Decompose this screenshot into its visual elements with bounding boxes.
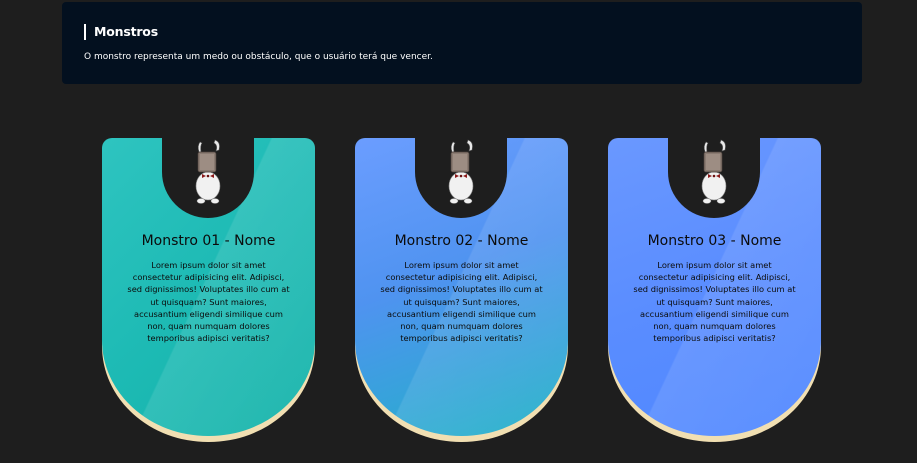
monsters-header: Monstros O monstro representa um medo ou… bbox=[62, 2, 862, 84]
monster-card: Monstro 03 - Nome Lorem ipsum dolor sit … bbox=[608, 128, 821, 442]
section-description: O monstro representa um medo ou obstácul… bbox=[84, 52, 433, 62]
monster-description: Lorem ipsum dolor sit amet consectetur a… bbox=[127, 260, 290, 344]
monster-name: Monstro 03 - Nome bbox=[647, 233, 782, 249]
monster-name: Monstro 02 - Nome bbox=[394, 233, 529, 249]
section-title: Monstros bbox=[84, 24, 158, 40]
monster-description: Lorem ipsum dolor sit amet consectetur a… bbox=[633, 260, 796, 344]
monster-name: Monstro 01 - Nome bbox=[141, 233, 276, 249]
bunny-monster-icon bbox=[701, 139, 727, 204]
monster-card: Monstro 01 - Nome Lorem ipsum dolor sit … bbox=[102, 128, 315, 442]
monster-description: Lorem ipsum dolor sit amet consectetur a… bbox=[380, 260, 543, 344]
bunny-monster-icon bbox=[448, 139, 474, 204]
bunny-monster-icon bbox=[195, 139, 221, 204]
monster-card: Monstro 02 - Nome Lorem ipsum dolor sit … bbox=[355, 128, 568, 442]
